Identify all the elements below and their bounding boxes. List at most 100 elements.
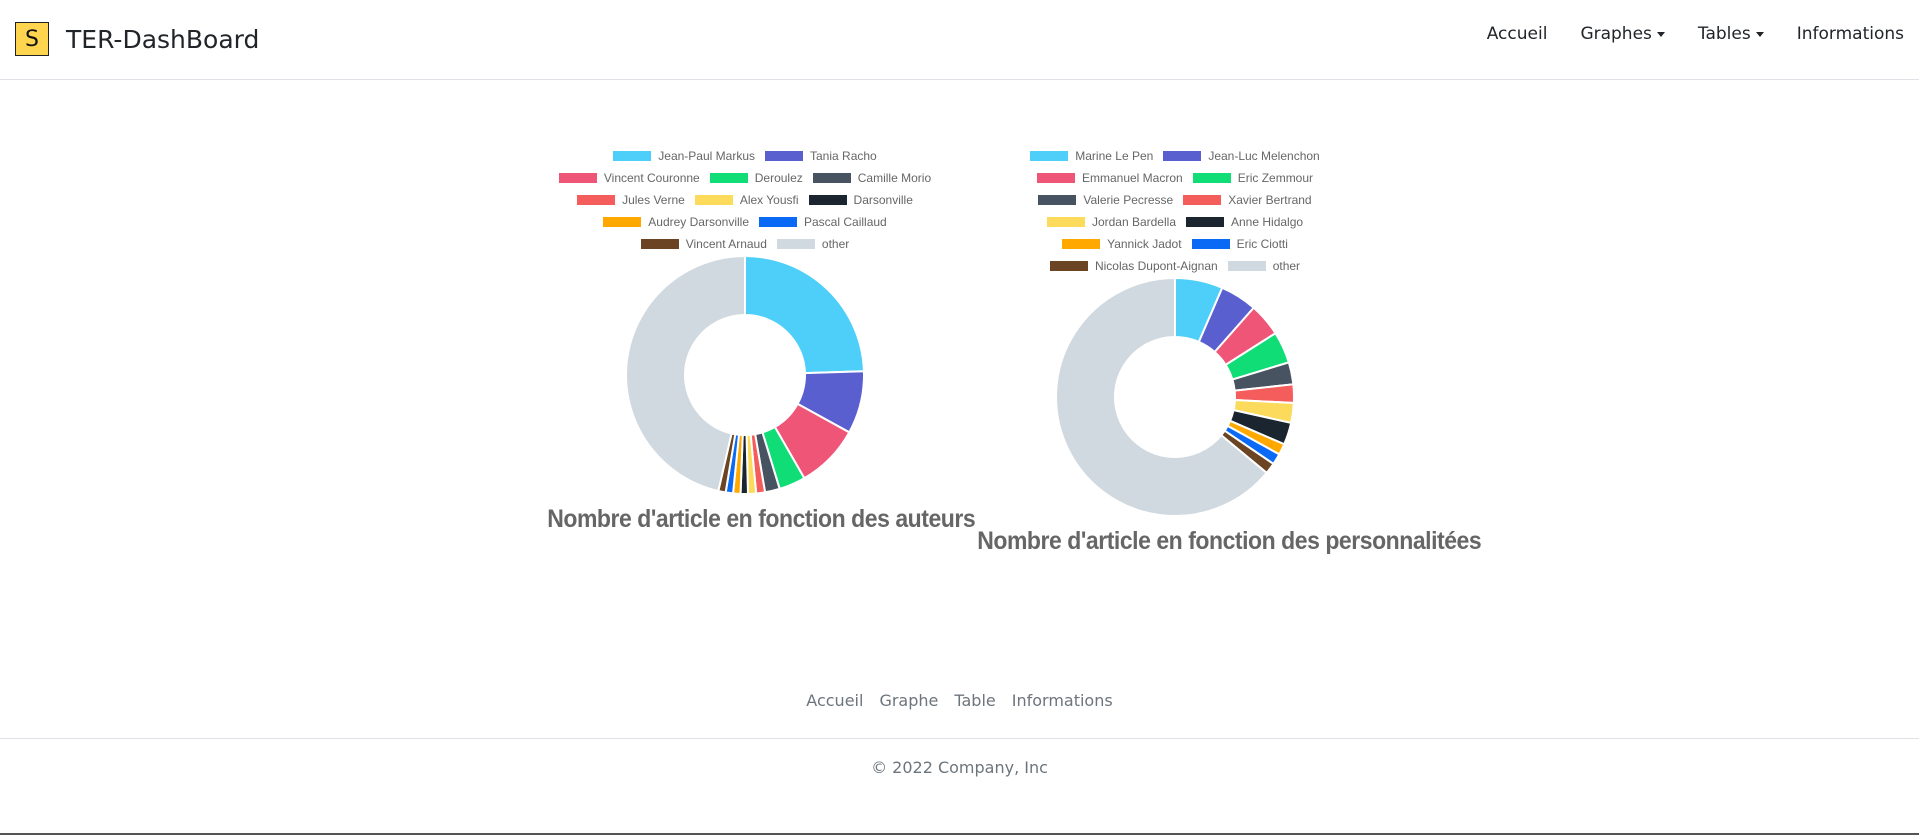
legend-item[interactable]: other xyxy=(776,233,850,255)
legend-item[interactable]: Audrey Darsonville xyxy=(603,211,749,233)
pie-slice[interactable] xyxy=(744,255,865,375)
chart-legend: Marine Le Pen Jean-Luc Melenchon Emmanuel … xyxy=(960,145,1390,277)
legend-item[interactable]: Emmanuel Macron xyxy=(1036,167,1183,189)
legend-swatch xyxy=(1030,151,1069,161)
legend-label: Eric Zemmour xyxy=(1237,171,1314,185)
copyright: © 2022 Company, Inc xyxy=(871,758,1048,777)
legend-label: Jean-Luc Melenchon xyxy=(1208,149,1320,163)
legend-item[interactable]: Anne Hidalgo xyxy=(1186,211,1303,233)
legend-item[interactable]: Deroulez xyxy=(709,167,803,189)
legend-label: Xavier Bertrand xyxy=(1228,193,1312,207)
logo-icon: S xyxy=(15,22,49,56)
nav-graphes-label: Graphes xyxy=(1580,24,1652,44)
legend-label: other xyxy=(821,237,850,251)
legend-label: Jordan Bardella xyxy=(1091,215,1176,229)
legend-label: other xyxy=(1272,259,1301,273)
legend-swatch xyxy=(1191,239,1230,249)
legend-swatch xyxy=(558,173,597,183)
chart-title: Nombre d'article en fonction des auteurs xyxy=(547,505,976,533)
legend-label: Jean-Paul Markus xyxy=(658,149,755,163)
legend-label: Deroulez xyxy=(754,171,803,185)
nav-informations[interactable]: Informations xyxy=(1797,24,1904,44)
legend-item[interactable]: Nicolas Dupont-Aignan xyxy=(1049,255,1218,277)
legend-item[interactable]: Camille Morio xyxy=(812,167,932,189)
legend-swatch xyxy=(1163,151,1202,161)
legend-swatch xyxy=(1049,261,1088,271)
legend-label: Nicolas Dupont-Aignan xyxy=(1094,259,1218,273)
legend-swatch xyxy=(603,217,642,227)
doughnut-chart xyxy=(625,255,865,495)
legend-item[interactable]: Vincent Arnaud xyxy=(640,233,767,255)
footer-link-informations[interactable]: Informations xyxy=(1012,691,1113,710)
legend-swatch xyxy=(808,195,847,205)
legend-item[interactable]: Xavier Bertrand xyxy=(1183,189,1312,211)
legend-item[interactable]: Darsonville xyxy=(808,189,913,211)
legend-item[interactable]: Eric Zemmour xyxy=(1192,167,1314,189)
chart-legend: Jean-Paul Markus Tania Racho Vincent Couro… xyxy=(530,145,960,255)
chart-title: Nombre d'article en fonction des personn… xyxy=(977,527,1482,555)
legend-swatch xyxy=(1186,217,1224,227)
legend-label: Tania Racho xyxy=(810,149,877,163)
legend-item[interactable]: Jean-Luc Melenchon xyxy=(1163,145,1320,167)
legend-label: Eric Ciotti xyxy=(1236,237,1288,251)
nav-tables-label: Tables xyxy=(1697,24,1751,44)
legend-swatch xyxy=(1192,173,1231,183)
legend-swatch xyxy=(1046,217,1085,227)
nav-accueil-label: Accueil xyxy=(1486,24,1548,44)
personalities-chart: Marine Le Pen Jean-Luc Melenchon Emmanuel … xyxy=(960,145,1482,556)
legend-item[interactable]: Jordan Bardella xyxy=(1046,211,1176,233)
legend-swatch xyxy=(759,217,797,227)
legend-item[interactable]: Jules Verne xyxy=(577,189,685,211)
brand[interactable]: S TER-DashBoard xyxy=(15,22,259,56)
legend-swatch xyxy=(1227,261,1266,271)
doughnut-chart xyxy=(1055,277,1295,517)
legend-swatch xyxy=(640,239,679,249)
legend-swatch xyxy=(776,239,815,249)
legend-swatch xyxy=(694,195,733,205)
legend-label: Jules Verne xyxy=(622,193,685,207)
legend-item[interactable]: Yannick Jadot xyxy=(1062,233,1182,255)
legend-label: Valerie Pecresse xyxy=(1083,193,1174,207)
nav-accueil[interactable]: Accueil xyxy=(1487,24,1548,44)
logo-letter: S xyxy=(25,26,39,52)
legend-label: Pascal Caillaud xyxy=(804,215,887,229)
footer-link-graphe[interactable]: Graphe xyxy=(879,691,938,710)
caret-down-icon xyxy=(1656,31,1665,37)
legend-label: Emmanuel Macron xyxy=(1081,171,1183,185)
caret-down-icon xyxy=(1755,31,1764,37)
legend-item[interactable]: Tania Racho xyxy=(765,145,877,167)
navbar: S TER-DashBoard Accueil Graphes Tables I… xyxy=(0,0,1919,80)
legend-item[interactable]: Vincent Couronne xyxy=(558,167,700,189)
legend-swatch xyxy=(812,173,851,183)
legend-item[interactable]: Marine Le Pen xyxy=(1030,145,1153,167)
legend-item[interactable]: other xyxy=(1227,255,1301,277)
footer-nav: Accueil Graphe Table Informations xyxy=(0,691,1919,710)
legend-label: Vincent Couronne xyxy=(603,171,700,185)
legend-label: Marine Le Pen xyxy=(1075,149,1154,163)
legend-label: Darsonville xyxy=(853,193,913,207)
legend-item[interactable]: Jean-Paul Markus xyxy=(613,145,755,167)
legend-swatch xyxy=(613,151,652,161)
brand-title[interactable]: TER-DashBoard xyxy=(66,25,259,54)
legend-swatch xyxy=(1038,195,1077,205)
legend-item[interactable]: Pascal Caillaud xyxy=(759,211,887,233)
nav-tables-dropdown[interactable]: Tables xyxy=(1698,24,1764,44)
nav-graphes-dropdown[interactable]: Graphes xyxy=(1580,24,1665,44)
legend-item[interactable]: Eric Ciotti xyxy=(1191,233,1288,255)
legend-swatch xyxy=(1062,239,1101,249)
footer-link-table[interactable]: Table xyxy=(954,691,995,710)
authors-chart: Jean-Paul Markus Tania Racho Vincent Couro… xyxy=(530,145,976,534)
legend-swatch xyxy=(765,151,803,161)
legend-swatch xyxy=(709,173,748,183)
legend-label: Vincent Arnaud xyxy=(685,237,767,251)
legend-label: Camille Morio xyxy=(857,171,932,185)
legend-swatch xyxy=(577,195,616,205)
legend-swatch xyxy=(1183,195,1222,205)
legend-item[interactable]: Alex Yousfi xyxy=(694,189,799,211)
legend-label: Audrey Darsonville xyxy=(648,215,749,229)
legend-swatch xyxy=(1036,173,1075,183)
pie-slice[interactable] xyxy=(625,255,746,493)
footer-link-accueil[interactable]: Accueil xyxy=(806,691,863,710)
legend-item[interactable]: Valerie Pecresse xyxy=(1038,189,1173,211)
legend-label: Alex Yousfi xyxy=(739,193,799,207)
